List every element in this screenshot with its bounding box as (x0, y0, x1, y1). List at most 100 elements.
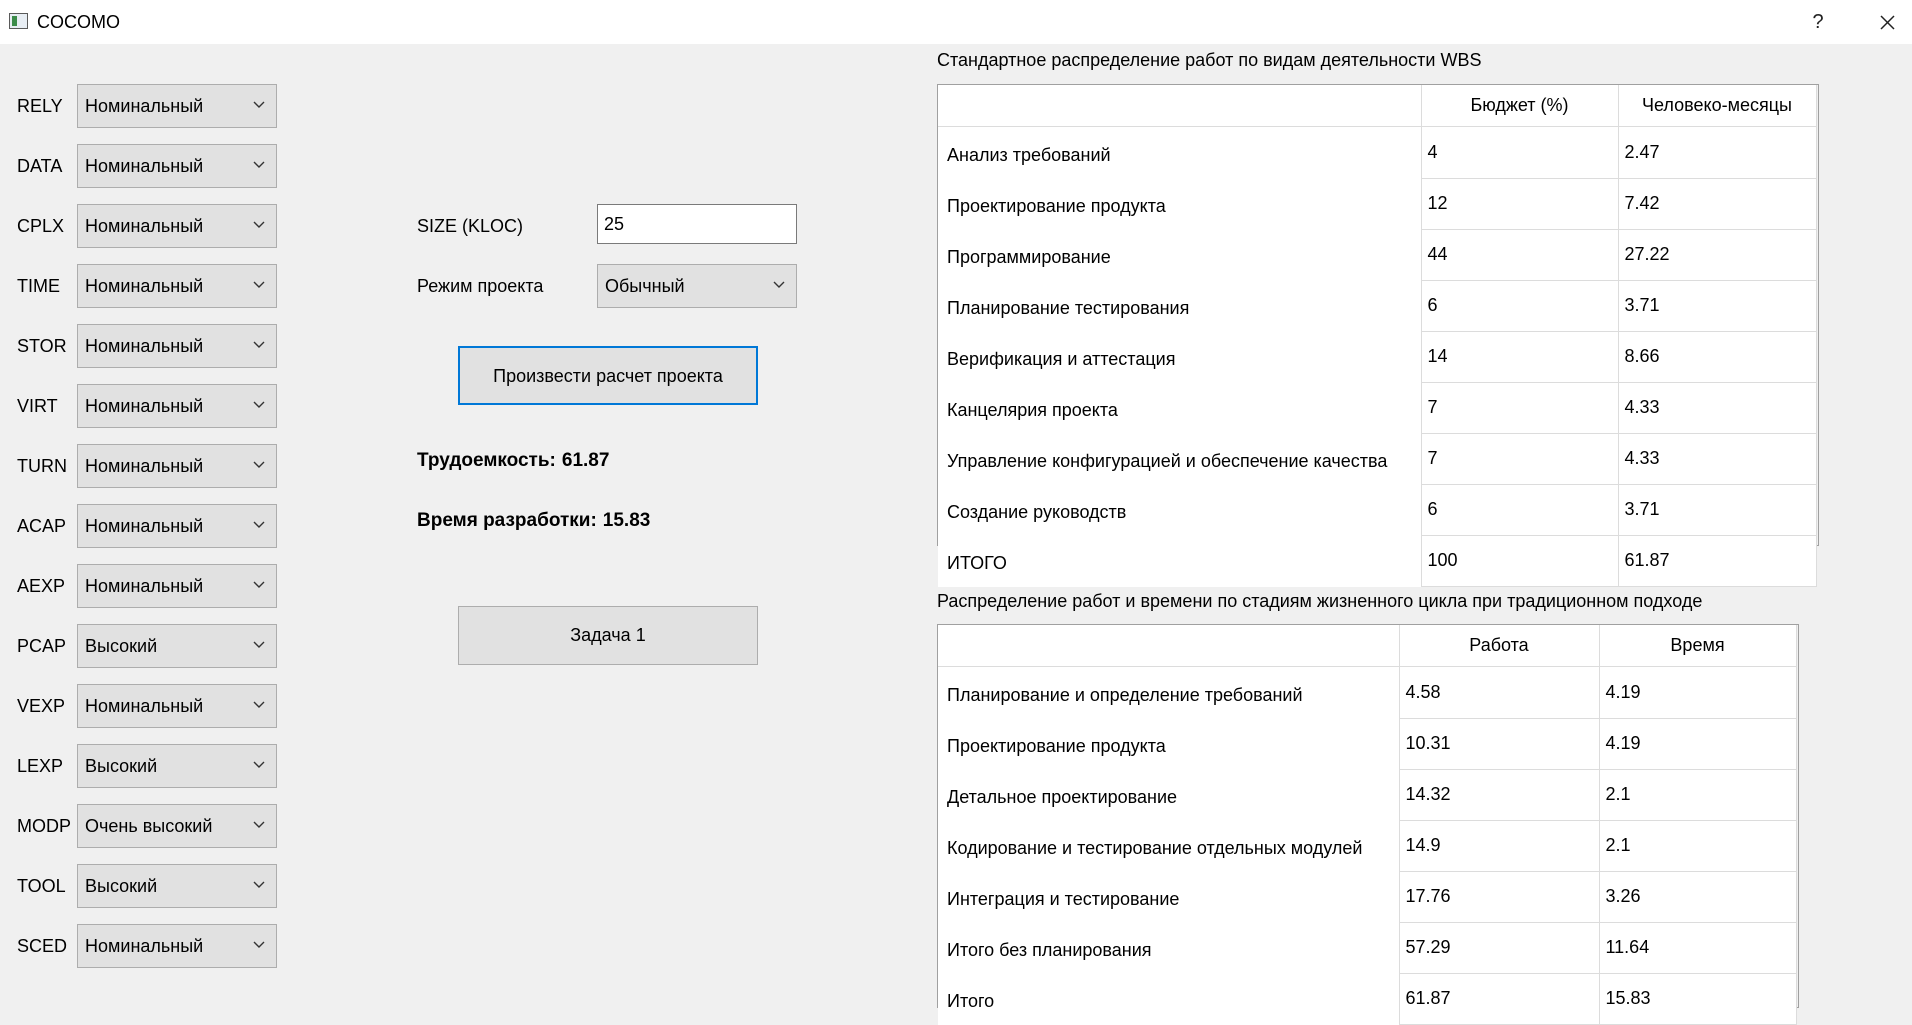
table-cell[interactable]: 7 (1421, 433, 1619, 485)
chevron-down-icon (253, 881, 265, 888)
row-header[interactable]: Кодирование и тестирование отдельных мод… (938, 820, 1400, 871)
param-select-modp[interactable]: Очень высокий (77, 804, 277, 848)
chevron-down-icon (253, 341, 265, 348)
table-cell[interactable]: 3.71 (1618, 280, 1817, 332)
row-header[interactable]: Интеграция и тестирование (938, 871, 1400, 922)
table-cell[interactable]: 2.1 (1599, 769, 1797, 821)
param-select-value: Высокий (85, 636, 158, 656)
param-select-value: Номинальный (85, 696, 204, 716)
param-select-rely[interactable]: Номинальный (77, 84, 277, 128)
chevron-down-icon (253, 701, 265, 708)
row-header[interactable]: Управление конфигурацией и обеспечение к… (938, 433, 1422, 484)
table-row: Детальное проектирование 14.32 2.1 (938, 769, 1797, 821)
param-label-data: DATA (17, 156, 63, 176)
table-cell[interactable]: 12 (1421, 178, 1619, 230)
row-header[interactable]: ИТОГО (938, 535, 1422, 586)
table-cell[interactable]: 27.22 (1618, 229, 1817, 281)
table-cell[interactable]: 100 (1421, 535, 1619, 587)
column-header[interactable]: Время (1599, 625, 1797, 667)
chevron-down-icon (253, 581, 265, 588)
column-header[interactable]: Бюджет (%) (1421, 85, 1619, 127)
table-row: Планирование и определение требований 4.5… (938, 666, 1797, 719)
table-cell[interactable]: 57.29 (1399, 922, 1600, 974)
table-row: Планирование тестирования 6 3.71 (938, 280, 1817, 332)
column-header[interactable]: Работа (1399, 625, 1600, 667)
table-cell[interactable]: 4.19 (1599, 666, 1797, 719)
table-cell[interactable]: 6 (1421, 280, 1619, 332)
table-cell[interactable]: 15.83 (1599, 973, 1797, 1025)
table-cell[interactable]: 4 (1421, 126, 1619, 179)
param-select-pcap[interactable]: Высокий (77, 624, 277, 668)
table-cell[interactable]: 17.76 (1399, 871, 1600, 923)
table-cell[interactable]: 61.87 (1399, 973, 1600, 1025)
table-cell[interactable]: 3.71 (1618, 484, 1817, 536)
table-cell[interactable]: 8.66 (1618, 331, 1817, 383)
window-title: COCOMO (37, 12, 120, 32)
mode-select[interactable]: Обычный (597, 264, 797, 308)
param-select-stor[interactable]: Номинальный (77, 324, 277, 368)
table-cell[interactable]: 7 (1421, 382, 1619, 434)
table-cell[interactable]: 44 (1421, 229, 1619, 281)
table-row: Итого 61.87 15.83 (938, 973, 1797, 1025)
param-select-turn[interactable]: Номинальный (77, 444, 277, 488)
table-cell[interactable]: 2.1 (1599, 820, 1797, 872)
size-label: SIZE (KLOC) (417, 216, 524, 236)
table-cell[interactable]: 14 (1421, 331, 1619, 383)
table-cell[interactable]: 14.32 (1399, 769, 1600, 821)
row-header[interactable]: Планирование и определение требований (938, 666, 1400, 718)
param-label-rely: RELY (17, 96, 63, 116)
row-header[interactable]: Итого (938, 973, 1400, 1024)
table-cell[interactable]: 4.19 (1599, 718, 1797, 770)
table-cell[interactable]: 14.9 (1399, 820, 1600, 872)
table-row: Интеграция и тестирование 17.76 3.26 (938, 871, 1797, 923)
table-cell[interactable]: 10.31 (1399, 718, 1600, 770)
lifecycle-table-frame: Работа Время Планирование и определение … (937, 624, 1799, 1025)
time-label: Время разработки: (417, 510, 597, 531)
table-cell[interactable]: 6 (1421, 484, 1619, 536)
close-button[interactable] (1870, 8, 1904, 36)
table-cell[interactable]: 11.64 (1599, 922, 1797, 974)
param-select-value: Высокий (85, 876, 158, 896)
param-select-tool[interactable]: Высокий (77, 864, 277, 908)
row-header[interactable]: Анализ требований (938, 126, 1422, 178)
table-row: Проектирование продукта 10.31 4.19 (938, 718, 1797, 770)
table-row: Канцелярия проекта 7 4.33 (938, 382, 1817, 434)
param-select-virt[interactable]: Номинальный (77, 384, 277, 428)
table-cell[interactable]: 3.26 (1599, 871, 1797, 923)
row-header[interactable]: Создание руководств (938, 484, 1422, 535)
table-cell[interactable]: 2.47 (1618, 126, 1817, 179)
param-select-acap[interactable]: Номинальный (77, 504, 277, 548)
row-header[interactable]: Проектирование продукта (938, 718, 1400, 769)
table-corner (938, 625, 1400, 667)
param-label-tool: TOOL (17, 876, 66, 896)
help-button[interactable]: ? (1803, 8, 1833, 36)
param-label-modp: MODP (17, 816, 71, 836)
table-cell[interactable]: 7.42 (1618, 178, 1817, 230)
param-select-cplx[interactable]: Номинальный (77, 204, 277, 248)
row-header[interactable]: Проектирование продукта (938, 178, 1422, 229)
size-input[interactable] (597, 204, 797, 244)
param-select-sced[interactable]: Номинальный (77, 924, 277, 968)
title-bar: COCOMO ? (0, 0, 1912, 44)
param-select-aexp[interactable]: Номинальный (77, 564, 277, 608)
param-select-vexp[interactable]: Номинальный (77, 684, 277, 728)
task-1-button[interactable]: Задача 1 (458, 606, 758, 665)
param-label-pcap: PCAP (17, 636, 67, 656)
row-header[interactable]: Планирование тестирования (938, 280, 1422, 331)
param-select-lexp[interactable]: Высокий (77, 744, 277, 788)
param-select-value: Номинальный (85, 276, 204, 296)
calculate-button[interactable]: Произвести расчет проекта (458, 346, 758, 405)
param-select-data[interactable]: Номинальный (77, 144, 277, 188)
column-header[interactable]: Человеко-месяцы (1618, 85, 1817, 127)
table-cell[interactable]: 4.33 (1618, 382, 1817, 434)
table-cell[interactable]: 61.87 (1618, 535, 1817, 587)
row-header[interactable]: Детальное проектирование (938, 769, 1400, 820)
row-header[interactable]: Итого без планирования (938, 922, 1400, 973)
param-select-value: Номинальный (85, 936, 204, 956)
table-cell[interactable]: 4.58 (1399, 666, 1600, 719)
row-header[interactable]: Верификация и аттестация (938, 331, 1422, 382)
row-header[interactable]: Канцелярия проекта (938, 382, 1422, 433)
row-header[interactable]: Программирование (938, 229, 1422, 280)
table-cell[interactable]: 4.33 (1618, 433, 1817, 485)
param-select-time[interactable]: Номинальный (77, 264, 277, 308)
